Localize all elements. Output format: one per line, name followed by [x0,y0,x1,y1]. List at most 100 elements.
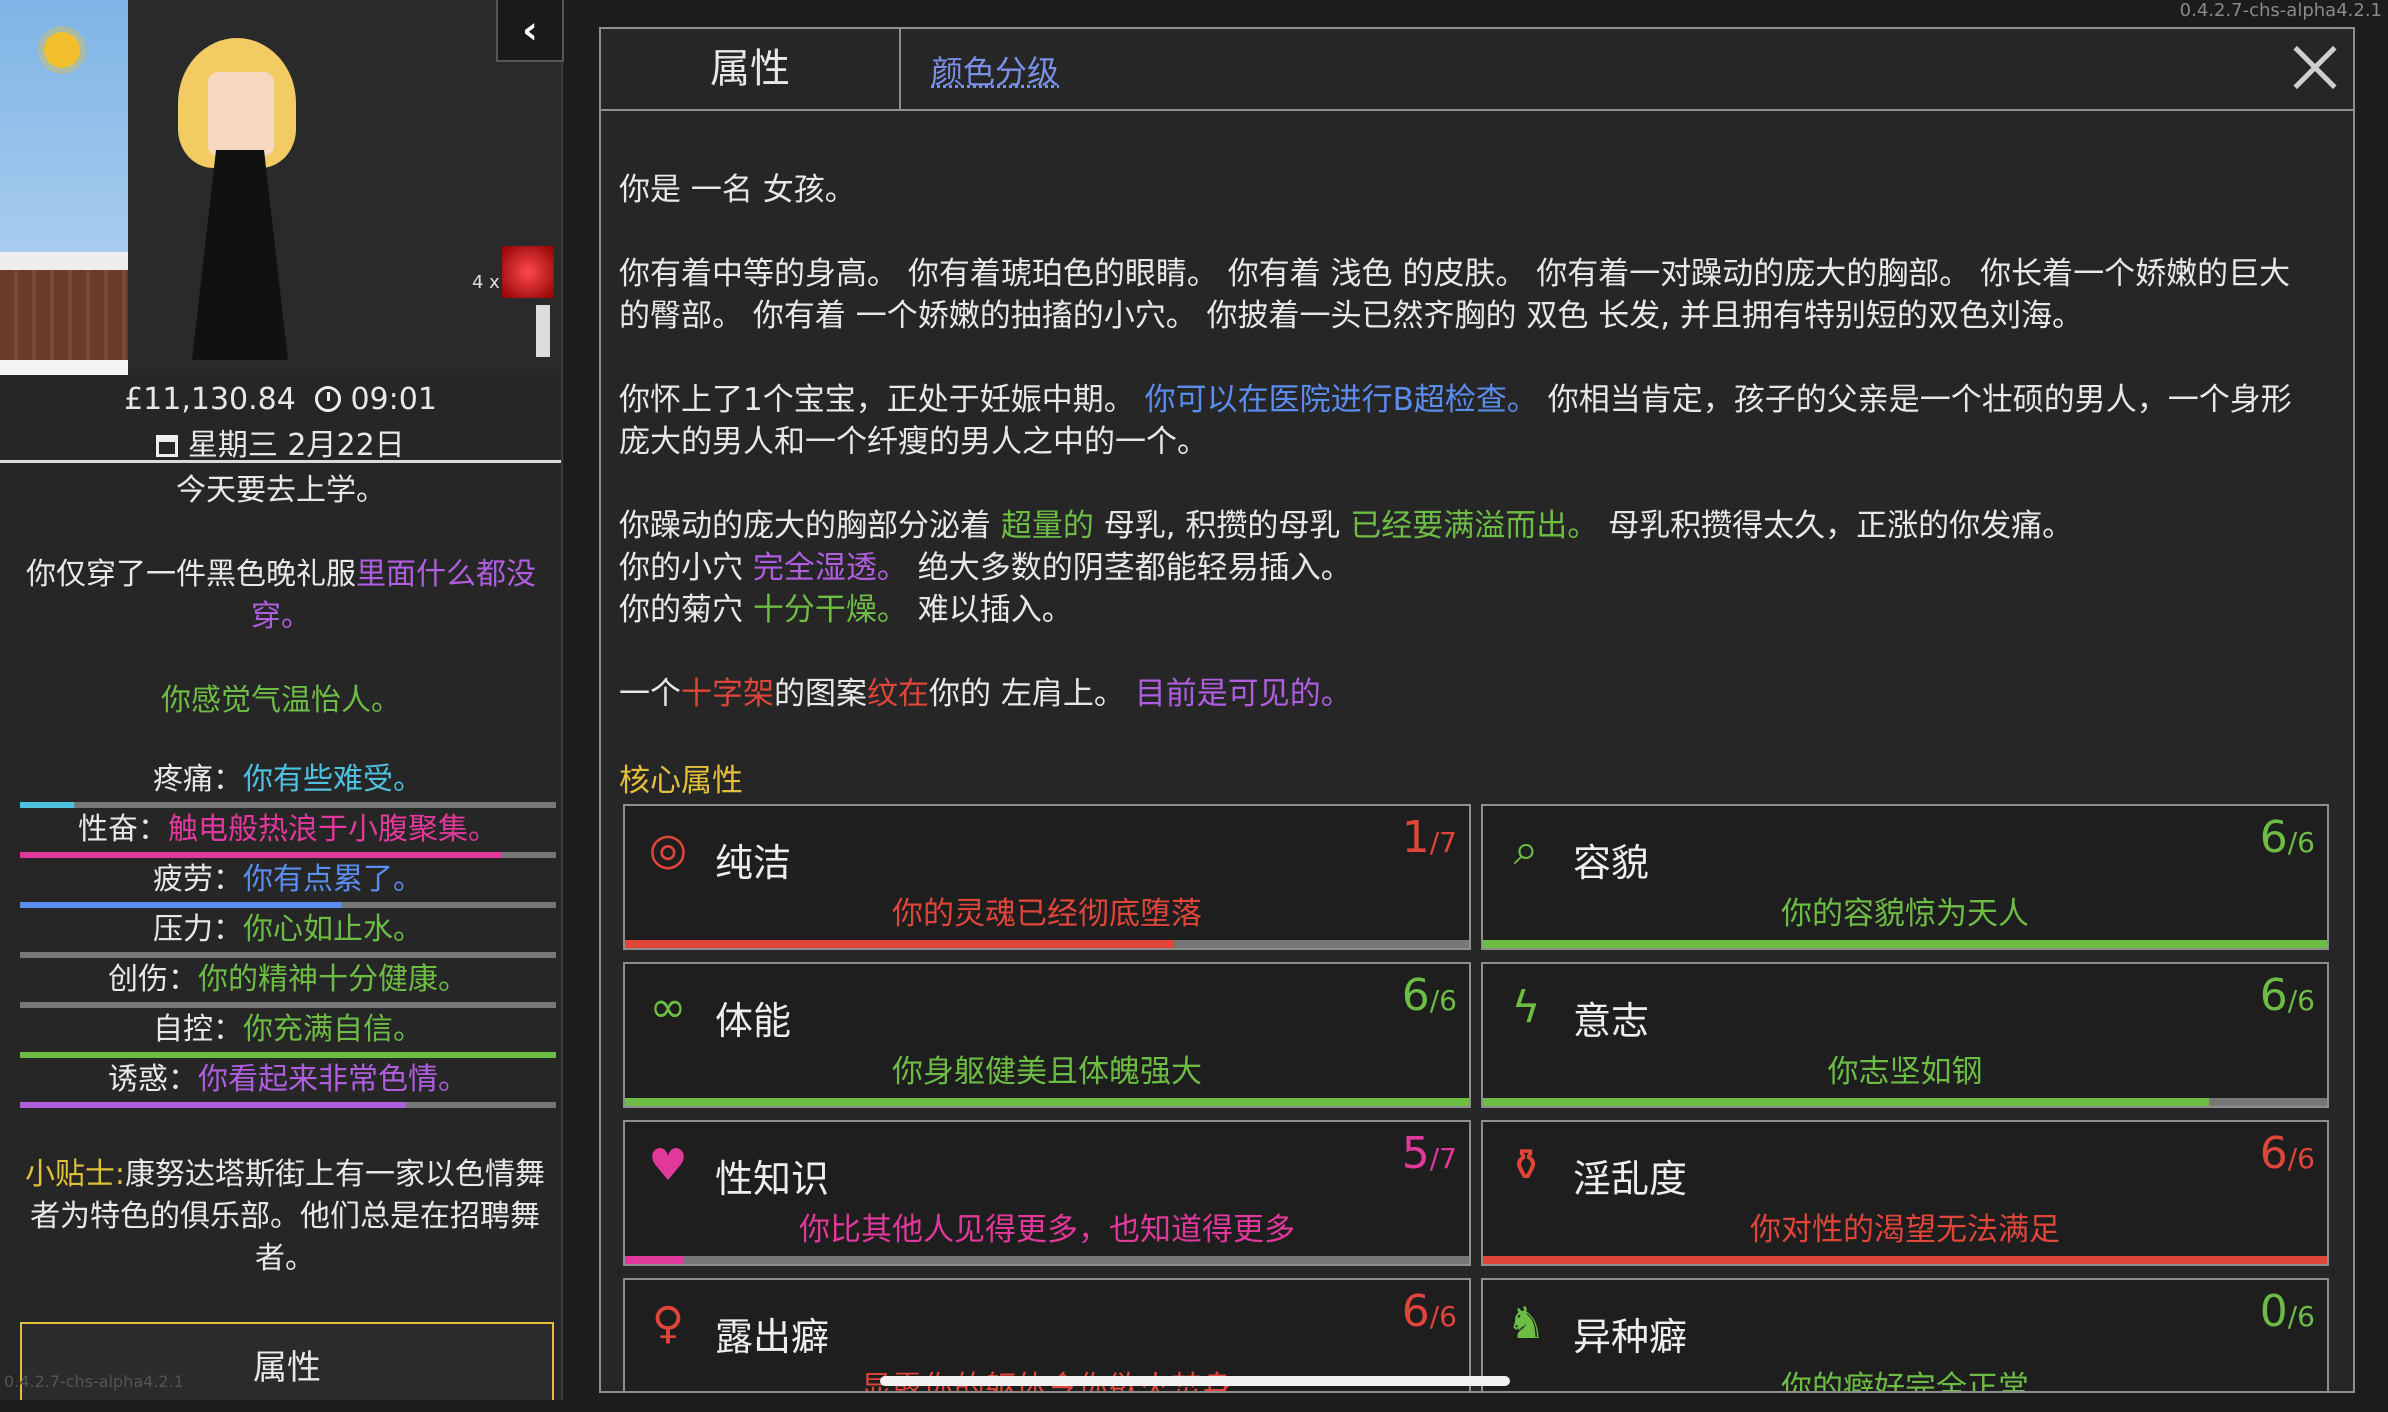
watermark: 0.4.2.7-chs-alpha4.2.1 [4,1372,184,1391]
lightning-icon: ϟ [1511,981,1541,1033]
potion-icon: ⚱ [1507,1139,1545,1191]
attribute-score: 6/6 [1402,1286,1457,1337]
lactation-full: 已经要满溢而出。 [1350,508,1599,544]
attribute-description: 你的癖好完全正常 [1781,1370,2029,1393]
anal-state: 十分干燥。 [752,592,908,628]
attribute-description: 你比其他人见得更多，也知道得更多 [799,1212,1295,1248]
attribute-name: 露出癖 [715,1315,830,1359]
attribute-bar [625,1256,1469,1264]
attribute-name: 体能 [715,999,792,1043]
attribute-card[interactable]: ♥ 性知识 5/7 你比其他人见得更多，也知道得更多 [623,1120,1471,1266]
attribute-max: /7 [1429,1142,1457,1175]
character-face [208,72,274,156]
close-icon[interactable] [2287,39,2343,95]
status-line: 压力：你心如止水。 [20,908,556,952]
attribute-bar [625,1098,1469,1106]
tattoo-verb: 纹在 [867,676,929,712]
status-value: 你心如止水。 [243,912,423,947]
attribute-score: 5/7 [1402,1128,1457,1179]
scrollbar[interactable] [880,1376,1510,1386]
pregnancy-multiplier: 4 x [472,272,500,293]
attribute-bar-fill [625,940,1174,948]
anal-a: 你的菊穴 [619,592,743,628]
attribute-card[interactable]: ⌕ 容貌 6/6 你的容貌惊为天人 [1481,804,2329,950]
status-label: 诱惑： [108,1062,198,1097]
attribute-score: 6/6 [2260,970,2315,1021]
wetness-c: 绝大多数的阴茎都能轻易插入。 [917,550,1352,586]
tattoo-c: 的图案 [774,676,867,712]
status-value: 你有点累了。 [243,862,423,897]
tattoo-location: 你的 左肩上。 [929,676,1125,712]
status-bar [20,1102,556,1108]
attribute-bar [1483,940,2327,948]
sidebar: ‹ 4 x £11,130.84 09:01 星期三 2月22日 今天要去上学。… [0,0,564,1400]
status-line: 诱惑：你看起来非常色情。 [20,1058,556,1102]
school-note: 今天要去上学。 [176,473,386,508]
status-label: 压力： [153,912,243,947]
attribute-value: 0 [2259,1286,2288,1337]
status-row: 压力：你心如止水。 [20,908,556,958]
clothing-desc: 你仅穿了一件黑色晚礼服 [26,557,356,592]
attribute-card[interactable]: ϟ 意志 6/6 你志坚如钢 [1481,962,2329,1108]
body-description: 你有着中等的身高。 你有着琥珀色的眼睛。 你有着 浅色 的皮肤。 你有着一对躁动… [619,256,2291,334]
status-row: 疼痛：你有些难受。 [20,758,556,808]
beast-icon: ♞ [1506,1297,1546,1349]
tab-attributes[interactable]: 属性 [601,29,901,109]
attribute-value: 1 [1401,812,1430,863]
attribute-name: 纯洁 [715,841,792,885]
status-line: 疲劳：你有点累了。 [20,858,556,902]
attribute-card[interactable]: ♞ 异种癖 0/6 你的癖好完全正常 [1481,1278,2329,1393]
attribute-max: /6 [2287,826,2315,859]
attribute-card[interactable]: ⚱ 淫乱度 6/6 你对性的渴望无法满足 [1481,1120,2329,1266]
lactation-text: 你躁动的庞大的胸部分泌着 超量的 母乳, 积攒的母乳 已经要满溢而出。 母乳积攒… [619,505,2319,547]
color-grading-link[interactable]: 颜色分级 [931,29,1059,109]
mirror-icon: ⌕ [1513,823,1539,875]
attribute-max: /6 [2287,1300,2315,1333]
tattoo-pattern: 十字架 [681,676,774,712]
attribute-bar [1483,1098,2327,1106]
heart-head-icon: ♥ [648,1139,688,1191]
sun-icon [44,32,80,68]
attribute-max: /6 [2287,984,2315,1017]
wetness-a: 你的小穴 [619,550,743,586]
tattoo-text: 一个十字架的图案纹在你的 左肩上。 目前是可见的。 [619,673,2319,715]
lactation-e: 母乳积攒得太久，正涨的你发痛。 [1608,508,2074,544]
attribute-name: 容貌 [1573,841,1650,885]
time: 09:01 [350,382,437,417]
attribute-name: 淫乱度 [1573,1157,1688,1201]
cuffs-icon: ∞ [649,981,687,1033]
pregnancy-text: 你怀上了1个宝宝，正处于妊娠中期。 你可以在医院进行B超检查。 你相当肯定，孩子… [619,379,2319,463]
attribute-bar [625,940,1469,948]
attribute-score: 6/6 [2260,812,2315,863]
attribute-score: 6/6 [1402,970,1457,1021]
status-value: 你看起来非常色情。 [198,1062,468,1097]
status-label: 疼痛： [153,762,243,797]
halo-icon: ◎ [648,823,688,875]
attribute-bar-fill [625,1098,1469,1106]
lactation-c: 母乳, 积攒的母乳 [1103,508,1341,544]
status-value: 你充满自信。 [243,1012,423,1047]
status-value: 触电般热浪于小腹聚集。 [168,812,498,847]
attribute-bar-fill [1483,940,2327,948]
status-row: 诱惑：你看起来非常色情。 [20,1058,556,1108]
attribute-card[interactable]: ◎ 纯洁 1/7 你的灵魂已经彻底堕落 [623,804,1471,950]
divider [0,460,561,463]
version-label: 0.4.2.7-chs-alpha4.2.1 [2179,0,2382,21]
status-label: 疲劳： [153,862,243,897]
status-spiral-icon[interactable] [502,246,554,298]
status-line: 疼痛：你有些难受。 [20,758,556,802]
wetness-state: 完全湿透。 [752,550,908,586]
core-attributes-title: 核心属性 [619,763,743,799]
attribute-value: 6 [1401,970,1430,1021]
attribute-card[interactable]: ∞ 体能 6/6 你身躯健美且体魄强大 [623,962,1471,1108]
attribute-max: /6 [1429,1300,1457,1333]
attribute-bar-fill [625,1256,685,1264]
calendar-icon [156,435,179,457]
collapse-sidebar-button[interactable]: ‹ [496,0,564,62]
attribute-description: 你对性的渴望无法满足 [1750,1212,2060,1248]
status-value: 你有些难受。 [243,762,423,797]
status-line: 性奋：触电般热浪于小腹聚集。 [20,808,556,852]
lactation-amount: 超量的 [1000,508,1094,544]
mini-figure-icon [536,305,550,357]
attribute-name: 意志 [1573,999,1650,1043]
